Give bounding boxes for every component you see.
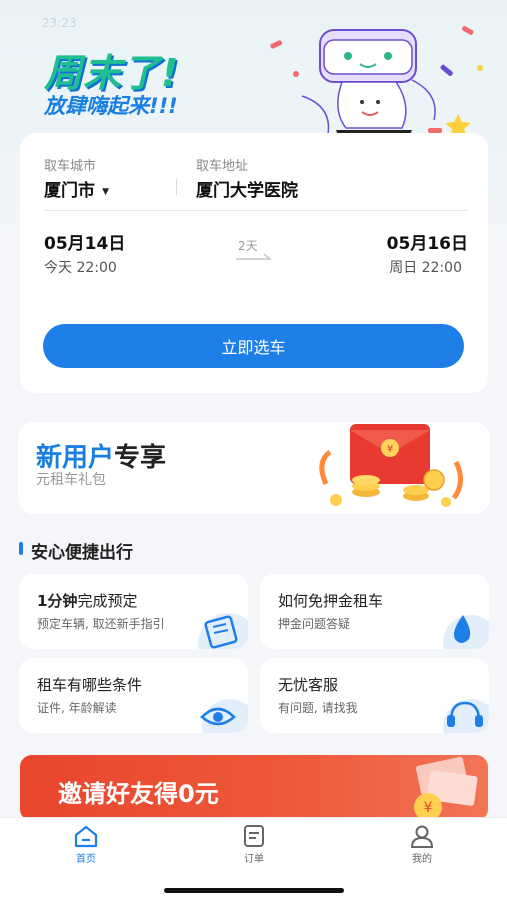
eye-icon [200,699,248,733]
pickup-address-value[interactable]: 厦门大学医院 [196,176,298,201]
home-icon [74,825,98,848]
promo-title-rest: 专享 [114,443,167,473]
tile-subtitle: 证件, 年龄解读 [37,701,117,715]
hero-title: 周末了! [44,51,180,95]
status-time: 23:23 [42,16,77,30]
mascot-illustration [270,25,483,140]
svg-text:¥: ¥ [387,444,393,455]
headset-icon [443,699,489,733]
tab-label: 订单 [244,854,264,865]
tab-profile[interactable]: 我的 [382,824,462,865]
money-illustration: ¥ [414,756,478,821]
tile-subtitle: 押金问题答疑 [278,617,351,631]
tile-title: 1分钟完成预定 [37,592,138,610]
home-indicator[interactable] [164,888,344,893]
tab-orders[interactable]: 订单 [214,824,294,865]
tab-home[interactable]: 首页 [46,824,126,865]
profile-icon [410,825,434,848]
promo-subtitle: 元租车礼包 [36,472,106,488]
new-user-promo-banner[interactable]: 新用户专享 元租车礼包 ¥ [18,422,490,514]
guide-tile-customer-service[interactable]: 无忧客服 有问题, 请找我 [260,658,489,733]
tile-subtitle: 预定车辆, 取还新手指引 [37,617,165,631]
invite-title: 邀请好友得0元 [58,780,219,808]
guide-tile-requirements[interactable]: 租车有哪些条件 证件, 年龄解读 [19,658,248,733]
end-time: 周日 22:00 [389,260,462,276]
start-datetime[interactable]: 05月14日 今天 22:00 [44,229,174,279]
end-date: 05月16日 [386,234,468,254]
section-accent-bar [19,542,23,555]
section-title: 安心便捷出行 [31,543,133,563]
tile-title: 如何免押金租车 [278,592,384,610]
row-divider [44,210,468,211]
caret-down-icon: ▼ [102,186,110,197]
pickup-city-value: 厦门市 [44,181,95,201]
document-icon [198,613,248,649]
order-icon [244,825,264,847]
droplet-icon [443,615,489,649]
tile-title: 无忧客服 [278,676,339,694]
guide-tile-no-deposit[interactable]: 如何免押金租车 押金问题答疑 [260,574,489,649]
rental-duration: 2天 [238,239,258,253]
hero-subtitle: 放肆嗨起来!!! [44,94,178,118]
pickup-city-label: 取车城市 [44,159,97,174]
tab-label: 首页 [76,854,96,865]
pickup-address-label: 取车地址 [196,159,249,174]
booking-card: 取车城市 厦门市 ▼ 取车地址 厦门大学医院 05月14日 今天 22:00 2… [20,133,488,393]
end-datetime[interactable]: 05月16日 周日 22:00 [338,229,468,279]
pickup-city-select[interactable]: 厦门市 ▼ [44,176,110,201]
field-divider [176,179,177,195]
select-car-button[interactable]: 立即选车 [43,324,464,368]
tab-label: 我的 [412,854,432,865]
start-time: 今天 22:00 [44,260,117,276]
tile-title: 租车有哪些条件 [37,676,143,694]
invite-friends-banner[interactable]: 邀请好友得0元 ¥ [20,755,488,821]
arrow-right-icon [236,253,272,260]
bottom-tab-bar: 首页 订单 我的 [0,817,507,900]
tile-subtitle: 有问题, 请找我 [278,701,358,715]
guide-tile-quick-booking[interactable]: 1分钟完成预定 预定车辆, 取还新手指引 [19,574,248,649]
start-date: 05月14日 [44,234,126,254]
red-envelope-icon: ¥ [319,424,463,507]
svg-text:¥: ¥ [424,800,433,816]
